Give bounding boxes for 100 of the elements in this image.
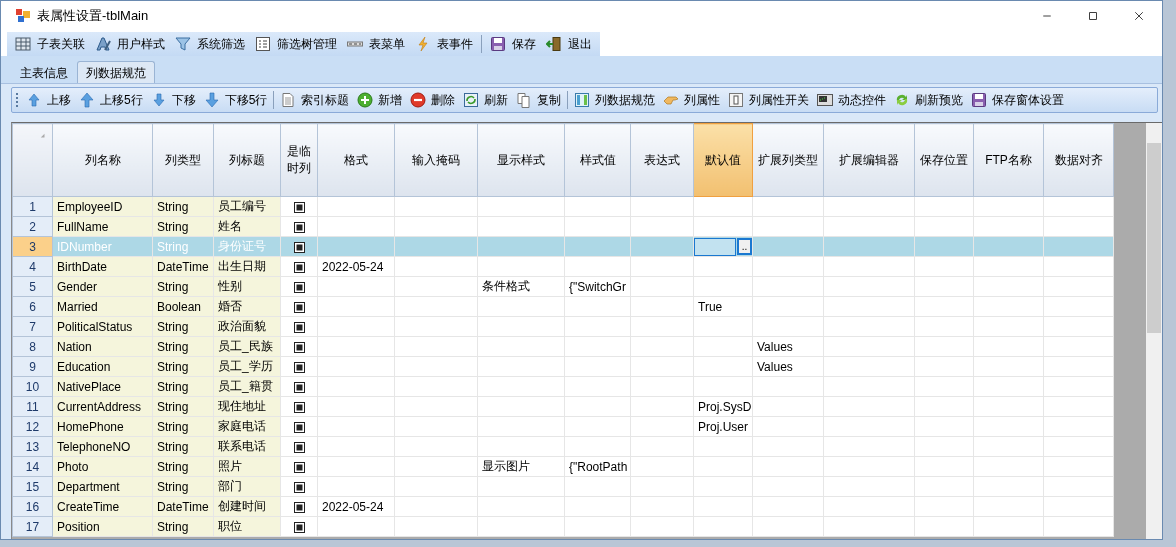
toolbar-button[interactable]: 表菜单 (343, 33, 409, 55)
up-arrow-icon (26, 92, 42, 108)
toolbar-button[interactable]: 上移5行 (75, 89, 147, 111)
document-icon (280, 92, 297, 108)
checkbox[interactable] (293, 281, 305, 293)
row-header[interactable]: 13 (12, 436, 53, 457)
row-header[interactable]: 10 (12, 376, 53, 397)
row-header[interactable]: 11 (12, 396, 53, 417)
column-header[interactable]: 列标题 (213, 123, 281, 197)
cell-text: 员工编号 (218, 199, 266, 213)
cell-text: True (698, 299, 723, 314)
row-header[interactable]: 9 (12, 356, 53, 377)
row-header[interactable]: 7 (12, 316, 53, 337)
cell-text: 显示图片 (482, 459, 530, 473)
cell-text: DateTime (157, 499, 209, 514)
toolbar-button[interactable]: 上移 (22, 89, 75, 111)
checkbox[interactable] (293, 521, 305, 533)
column-header[interactable]: 数据对齐 (1043, 123, 1114, 197)
checkbox[interactable] (293, 361, 305, 373)
column-header[interactable]: 默认值 (693, 123, 753, 197)
checkbox[interactable] (293, 201, 305, 213)
toolbar-button[interactable]: 保存窗体设置 (967, 89, 1069, 111)
toolbar-button[interactable]: 刷新预览 (890, 89, 968, 111)
column-header[interactable]: 样式值 (564, 123, 631, 197)
column-header[interactable]: 扩展编辑器 (823, 123, 915, 197)
toolbar-button[interactable]: 下移5行 (199, 89, 272, 111)
cell-text: 姓名 (218, 219, 242, 233)
tab[interactable]: 主表信息 (11, 61, 77, 83)
cell-text: {"RootPath (569, 459, 628, 474)
toolbar-button[interactable]: 刷新 (459, 89, 513, 111)
toolbar-button[interactable]: 子表关联 (11, 33, 89, 55)
cell-text: Values (757, 339, 793, 354)
row-header[interactable]: 17 (12, 516, 53, 537)
toolbar-button[interactable]: 系统筛选 (171, 33, 249, 55)
cell-text: 出生日期 (218, 259, 266, 273)
cell-text: 现住地址 (218, 399, 266, 413)
exit-door-icon (546, 36, 562, 52)
cell-text: 员工_民族 (218, 339, 273, 353)
toolbar-button[interactable]: 列属性开关 (724, 89, 814, 111)
cell-text: FullName (57, 219, 109, 234)
row-header[interactable]: 5 (12, 276, 53, 297)
toolbar-button[interactable]: 表事件 (411, 33, 477, 55)
cell-editor-field[interactable] (694, 237, 736, 256)
cell-text: Proj.User (698, 419, 748, 434)
toolbar-button[interactable]: 新增 (353, 89, 407, 111)
column-header[interactable]: 格式 (317, 123, 395, 197)
row-header[interactable]: 16 (12, 496, 53, 517)
checkbox[interactable] (293, 401, 305, 413)
column-header[interactable]: 显示样式 (477, 123, 565, 197)
tab[interactable]: 列数据规范 (77, 61, 155, 83)
checkbox[interactable] (293, 321, 305, 333)
toolbar-button[interactable]: 用户样式 (91, 33, 169, 55)
checkbox[interactable] (293, 301, 305, 313)
toolbar-button[interactable]: 保存 (486, 33, 540, 55)
checkbox[interactable] (293, 341, 305, 353)
ellipsis-button[interactable]: .. (737, 238, 752, 255)
down-arrow-icon (150, 92, 167, 108)
toolbar-button[interactable]: 下移 (146, 89, 200, 111)
column-header[interactable]: 扩展列类型 (752, 123, 824, 197)
checkbox[interactable] (293, 241, 305, 253)
checkbox[interactable] (293, 481, 305, 493)
column-header[interactable]: 列类型 (152, 123, 214, 197)
cell-text: String (157, 479, 189, 494)
column-header[interactable]: 表达式 (630, 123, 694, 197)
cell-text: Education (57, 359, 111, 374)
checkbox[interactable] (293, 441, 305, 453)
toolbar-button[interactable]: 退出 (542, 33, 596, 55)
column-header[interactable]: 输入掩码 (394, 123, 478, 197)
cell-text: String (157, 459, 189, 474)
column-header[interactable]: 是临时列 (280, 123, 318, 197)
toolbar-button[interactable]: 列属性 (659, 89, 725, 111)
checkbox[interactable] (293, 221, 305, 233)
toolbar-button[interactable]: 复制 (512, 89, 566, 111)
checkbox[interactable] (293, 421, 305, 433)
cell-text: PoliticalStatus (57, 319, 133, 334)
row-header[interactable]: 6 (12, 296, 53, 317)
checkbox[interactable] (293, 461, 305, 473)
row-header[interactable]: 12 (12, 416, 53, 437)
checkbox[interactable] (293, 381, 305, 393)
column-header[interactable]: 保存位置 (914, 123, 974, 197)
row-header[interactable]: 3 (12, 236, 53, 257)
toolbar-button[interactable]: 动态控件 (813, 89, 891, 111)
toolbar-button[interactable]: 筛选树管理 (251, 33, 341, 55)
column-header[interactable]: FTP名称 (973, 123, 1044, 197)
checkbox[interactable] (293, 261, 305, 273)
toolbar-button[interactable]: 列数据规范 (570, 89, 660, 111)
row-header[interactable]: 14 (12, 456, 53, 477)
column-header[interactable]: 列名称 (52, 123, 153, 197)
toolbar-button[interactable]: 删除 (406, 89, 460, 111)
row-header[interactable]: 8 (12, 336, 53, 357)
cell-text: Boolean (157, 299, 202, 314)
cell-text: Gender (57, 279, 98, 294)
row-header[interactable]: 4 (12, 256, 53, 277)
row-header[interactable]: 2 (12, 216, 53, 237)
toolbar-button[interactable]: 索引标题 (276, 89, 354, 111)
row-header[interactable]: 15 (12, 476, 53, 497)
checkbox[interactable] (293, 501, 305, 513)
vertical-scrollbar[interactable] (1146, 123, 1162, 539)
row-header[interactable]: 1 (12, 196, 53, 217)
app-icon (15, 8, 31, 24)
